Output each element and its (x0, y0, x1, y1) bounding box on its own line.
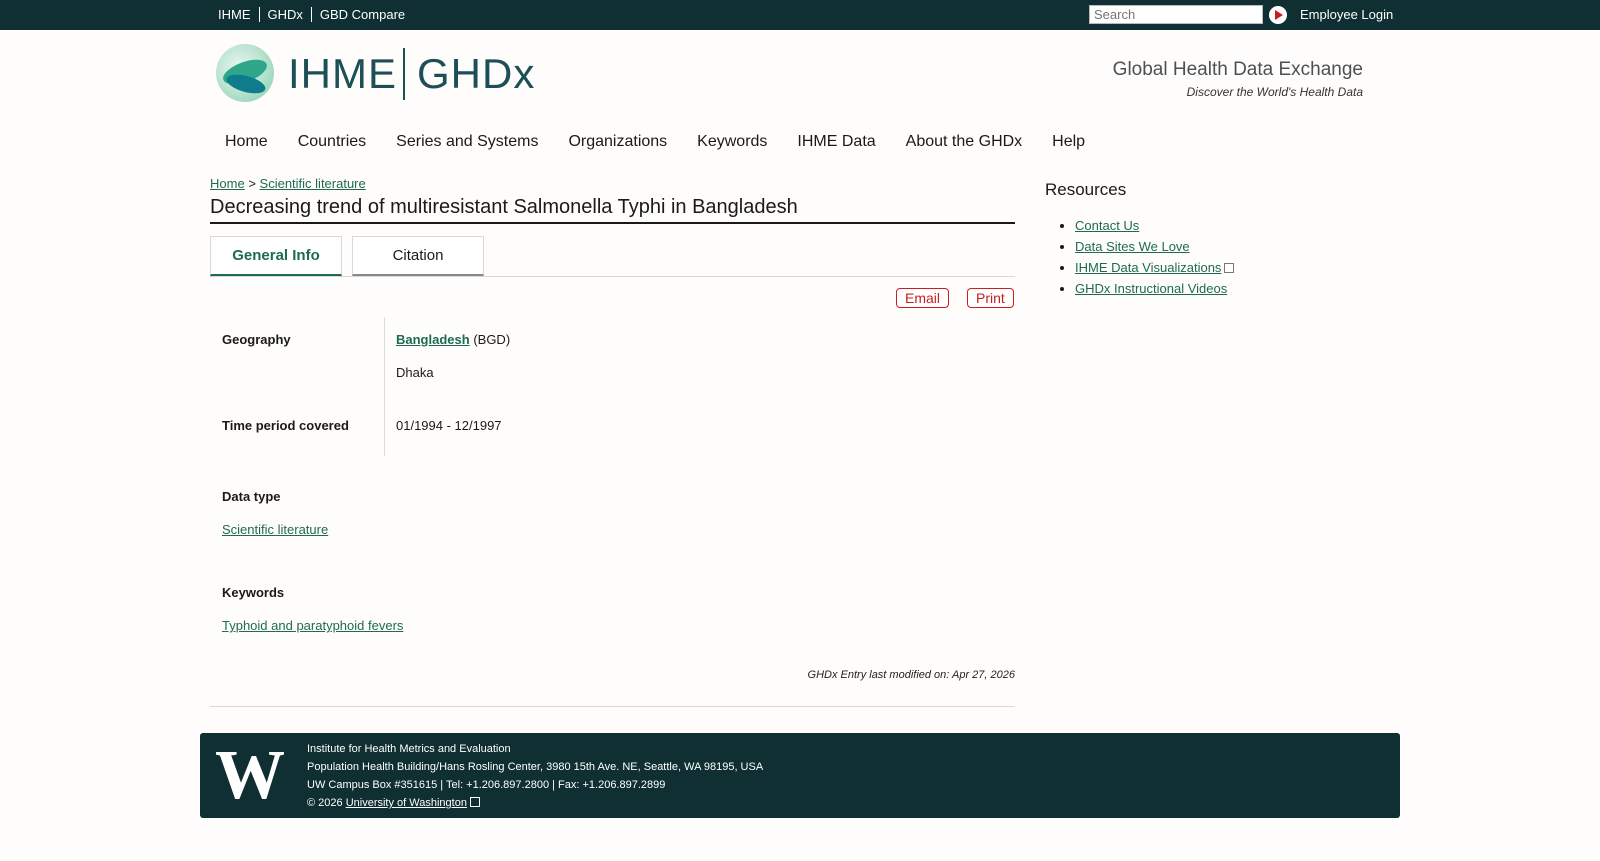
geography-label: Geography (222, 332, 291, 347)
divider (258, 7, 260, 22)
external-link-icon (1224, 263, 1235, 273)
footer: W Institute for Health Metrics and Evalu… (200, 733, 1400, 818)
top-links: IHME GHDx GBD Compare (218, 7, 405, 22)
brand-ghdx[interactable]: GHDx (417, 50, 535, 98)
external-link-icon (469, 797, 480, 807)
tab-general-info[interactable]: General Info (210, 236, 342, 276)
print-button[interactable]: Print (967, 288, 1014, 308)
top-link-gbd-compare[interactable]: GBD Compare (320, 7, 405, 22)
content-divider (210, 706, 1015, 707)
resource-videos[interactable]: GHDx Instructional Videos (1075, 281, 1227, 296)
email-button[interactable]: Email (896, 288, 950, 308)
footer-org: Institute for Health Metrics and Evaluat… (307, 743, 511, 755)
resources-list: Contact Us Data Sites We Love IHME Data … (1052, 215, 1235, 299)
data-type-label: Data type (222, 489, 281, 504)
resource-contact-us[interactable]: Contact Us (1075, 218, 1139, 233)
footer-text: Institute for Health Metrics and Evaluat… (307, 740, 763, 812)
nav-help[interactable]: Help (1052, 133, 1085, 151)
keyword-link[interactable]: Typhoid and paratyphoid fevers (222, 618, 403, 633)
tagline-subtitle: Discover the World's Health Data (1186, 85, 1363, 99)
list-item: IHME Data Visualizations (1075, 257, 1235, 278)
main-nav: Home Countries Series and Systems Organi… (225, 133, 1115, 151)
list-item: Contact Us (1075, 215, 1234, 236)
keywords-label: Keywords (222, 585, 285, 600)
nav-countries[interactable]: Countries (298, 133, 366, 151)
top-bar: IHME GHDx GBD Compare Employee Login (0, 0, 1600, 30)
geography-city: Dhaka (396, 365, 434, 380)
breadcrumb: Home > Scientific literature (210, 176, 366, 191)
list-item: GHDx Instructional Videos (1075, 278, 1234, 299)
search-submit-icon[interactable] (1269, 6, 1287, 24)
list-item: Data Sites We Love (1075, 236, 1234, 257)
country-link-bangladesh[interactable]: Bangladesh (396, 332, 470, 347)
page-title: Decreasing trend of multiresistant Salmo… (210, 196, 1015, 224)
nav-keywords[interactable]: Keywords (697, 133, 767, 151)
breadcrumb-current[interactable]: Scientific literature (260, 176, 366, 191)
ihme-logo-icon[interactable] (216, 44, 274, 102)
last-modified: GHDx Entry last modified on: Apr 27, 202… (807, 669, 1015, 681)
brand-ihme[interactable]: IHME (288, 50, 397, 98)
resource-data-sites[interactable]: Data Sites We Love (1075, 239, 1190, 254)
search-input[interactable] (1089, 5, 1263, 24)
nav-ihme-data[interactable]: IHME Data (797, 133, 875, 151)
resource-ihme-viz[interactable]: IHME Data Visualizations (1075, 260, 1221, 275)
uw-link[interactable]: University of Washington (346, 797, 467, 809)
nav-about-ghdx[interactable]: About the GHDx (906, 133, 1023, 151)
top-link-ghdx[interactable]: GHDx (268, 7, 303, 22)
geography-value: Bangladesh (BGD) (396, 332, 510, 347)
uw-logo-icon[interactable]: W (215, 741, 285, 811)
top-link-ihme[interactable]: IHME (218, 7, 251, 22)
copyright-text: © 2026 (307, 797, 343, 809)
play-arrow-icon (1275, 10, 1283, 20)
breadcrumb-home[interactable]: Home (210, 176, 245, 191)
divider (310, 7, 312, 22)
nav-organizations[interactable]: Organizations (568, 133, 667, 151)
nav-series-and-systems[interactable]: Series and Systems (396, 133, 538, 151)
time-period-value: 01/1994 - 12/1997 (396, 418, 502, 433)
country-code: (BGD) (473, 332, 511, 347)
footer-contact: UW Campus Box #351615 | Tel: +1.206.897.… (307, 779, 666, 791)
breadcrumb-separator: > (248, 176, 256, 191)
footer-address: Population Health Building/Hans Rosling … (307, 761, 764, 773)
nav-home[interactable]: Home (225, 133, 268, 151)
footer-copyright: © 2026 University of Washington (307, 794, 763, 812)
tab-bar: General Info Citation (210, 236, 1015, 277)
brand-divider (403, 48, 405, 100)
field-divider (384, 317, 385, 456)
data-type-link[interactable]: Scientific literature (222, 522, 328, 537)
tab-citation[interactable]: Citation (352, 236, 484, 276)
tagline-title: Global Health Data Exchange (1112, 59, 1363, 80)
time-period-label: Time period covered (222, 418, 349, 433)
resources-title: Resources (1045, 180, 1127, 199)
employee-login-link[interactable]: Employee Login (1300, 7, 1393, 22)
